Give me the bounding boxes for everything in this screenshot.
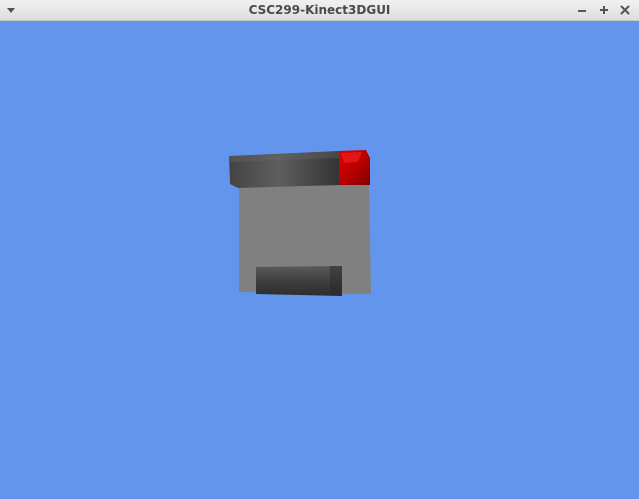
window-title: CSC299-Kinect3DGUI	[248, 3, 391, 17]
3d-scene[interactable]	[0, 21, 639, 499]
minimize-icon[interactable]	[575, 3, 589, 17]
bottom-dark-tab	[256, 266, 342, 296]
app-window: CSC299-Kinect3DGUI	[0, 0, 639, 499]
maximize-icon[interactable]	[597, 3, 611, 17]
bottom-dark-tab-edge	[330, 266, 342, 296]
3d-viewport[interactable]	[0, 21, 639, 499]
title-bar[interactable]: CSC299-Kinect3DGUI	[0, 0, 639, 21]
close-icon[interactable]	[618, 3, 632, 17]
